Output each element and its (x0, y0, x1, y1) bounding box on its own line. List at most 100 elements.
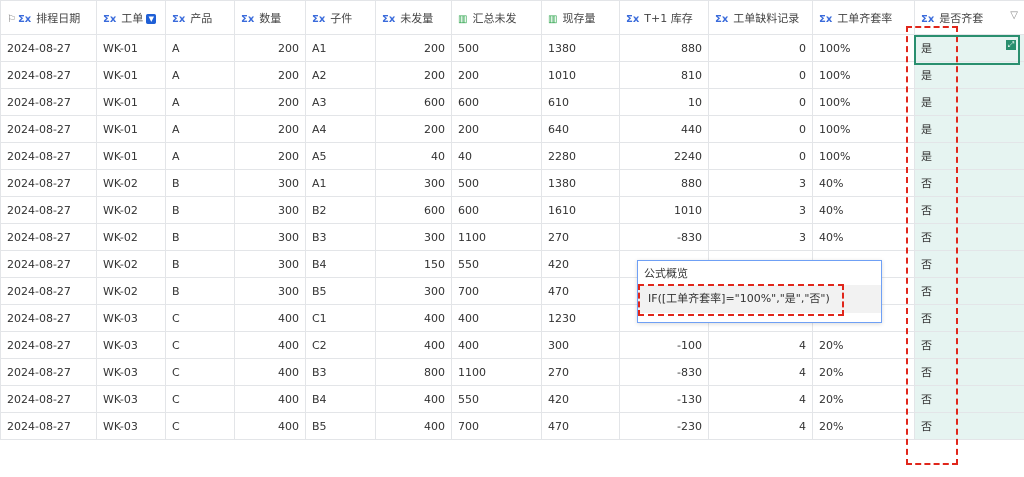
table-cell[interactable]: 是 (914, 115, 1024, 143)
table-cell[interactable]: 300 (375, 277, 452, 305)
table-cell[interactable]: 0 (708, 142, 813, 170)
table-cell[interactable]: 300 (234, 223, 306, 251)
table-cell[interactable]: 2024-08-27 (0, 196, 97, 224)
column-header-3[interactable]: Σx 数量 (234, 0, 306, 35)
table-cell[interactable]: WK-02 (96, 169, 166, 197)
table-cell[interactable]: 0 (708, 88, 813, 116)
table-cell[interactable]: 1100 (451, 358, 542, 386)
column-header-10[interactable]: Σx 工单齐套率 (812, 0, 915, 35)
table-cell[interactable]: 3 (708, 169, 813, 197)
table-cell[interactable]: 2280 (541, 142, 620, 170)
table-cell[interactable]: WK-01 (96, 142, 166, 170)
table-cell[interactable]: 470 (541, 412, 620, 440)
table-cell[interactable]: 400 (234, 385, 306, 413)
table-cell[interactable]: B3 (305, 358, 376, 386)
table-cell[interactable]: B (165, 196, 235, 224)
table-cell[interactable]: 440 (619, 115, 709, 143)
table-cell[interactable]: WK-03 (96, 304, 166, 332)
table-cell[interactable]: 400 (375, 304, 452, 332)
table-cell[interactable]: 270 (541, 223, 620, 251)
table-cell[interactable]: C2 (305, 331, 376, 359)
table-cell[interactable]: 否 (914, 277, 1024, 305)
table-cell[interactable]: A1 (305, 34, 376, 62)
table-cell[interactable]: 1380 (541, 34, 620, 62)
table-cell[interactable]: 300 (541, 331, 620, 359)
table-cell[interactable]: WK-01 (96, 115, 166, 143)
table-cell[interactable]: 否 (914, 223, 1024, 251)
column-header-2[interactable]: Σx 产品 (165, 0, 235, 35)
table-cell[interactable]: WK-02 (96, 277, 166, 305)
table-cell[interactable]: 40% (812, 223, 915, 251)
table-cell[interactable]: 0 (708, 61, 813, 89)
table-cell[interactable]: 420 (541, 385, 620, 413)
table-cell[interactable]: 400 (234, 358, 306, 386)
table-cell[interactable]: 0 (708, 34, 813, 62)
table-cell[interactable]: 40 (451, 142, 542, 170)
table-cell[interactable]: 100% (812, 142, 915, 170)
table-cell[interactable]: 4 (708, 385, 813, 413)
table-cell[interactable]: -230 (619, 412, 709, 440)
table-cell[interactable]: C (165, 331, 235, 359)
table-cell[interactable]: A (165, 88, 235, 116)
table-cell[interactable]: 200 (375, 34, 452, 62)
table-cell[interactable]: 550 (451, 385, 542, 413)
table-cell[interactable]: A (165, 61, 235, 89)
table-cell[interactable]: WK-02 (96, 223, 166, 251)
table-cell[interactable]: 20% (812, 385, 915, 413)
table-cell[interactable]: B5 (305, 277, 376, 305)
table-cell[interactable]: 400 (234, 412, 306, 440)
table-cell[interactable]: 200 (451, 61, 542, 89)
table-cell[interactable]: A2 (305, 61, 376, 89)
table-cell[interactable]: 270 (541, 358, 620, 386)
filter-active-icon[interactable]: ▼ (146, 13, 157, 24)
table-cell[interactable]: 1230 (541, 304, 620, 332)
table-cell[interactable]: 300 (375, 223, 452, 251)
table-cell[interactable]: 1010 (541, 61, 620, 89)
table-cell[interactable]: WK-03 (96, 331, 166, 359)
table-cell[interactable]: 2024-08-27 (0, 61, 97, 89)
table-cell[interactable]: 200 (375, 115, 452, 143)
table-cell[interactable]: 300 (234, 196, 306, 224)
table-cell[interactable]: 2024-08-27 (0, 358, 97, 386)
table-cell[interactable]: 600 (375, 88, 452, 116)
table-cell[interactable]: 200 (234, 61, 306, 89)
table-cell[interactable]: 100% (812, 115, 915, 143)
table-cell[interactable]: 20% (812, 331, 915, 359)
table-cell[interactable]: 40% (812, 196, 915, 224)
table-cell[interactable]: 否 (914, 250, 1024, 278)
table-cell[interactable]: B (165, 169, 235, 197)
table-cell[interactable]: WK-01 (96, 61, 166, 89)
table-cell[interactable]: 2024-08-27 (0, 34, 97, 62)
table-cell[interactable]: B3 (305, 223, 376, 251)
table-cell[interactable]: 40% (812, 169, 915, 197)
expand-icon[interactable]: ⤢ (1006, 40, 1016, 50)
table-cell[interactable]: 2024-08-27 (0, 250, 97, 278)
column-header-1[interactable]: Σx 工单 ▼ (96, 0, 166, 35)
table-cell[interactable]: WK-03 (96, 412, 166, 440)
table-cell[interactable]: 1380 (541, 169, 620, 197)
table-cell[interactable]: B4 (305, 250, 376, 278)
table-cell[interactable]: 500 (451, 169, 542, 197)
table-cell[interactable]: 200 (234, 115, 306, 143)
table-cell[interactable]: 1100 (451, 223, 542, 251)
table-cell[interactable]: 200 (234, 88, 306, 116)
table-cell[interactable]: A5 (305, 142, 376, 170)
table-cell[interactable]: 550 (451, 250, 542, 278)
table-cell[interactable]: 600 (375, 196, 452, 224)
table-cell[interactable]: 400 (451, 304, 542, 332)
table-cell[interactable]: 2024-08-27 (0, 277, 97, 305)
table-cell[interactable]: 880 (619, 169, 709, 197)
table-cell[interactable]: 640 (541, 115, 620, 143)
table-cell[interactable]: 400 (375, 331, 452, 359)
table-cell[interactable]: A (165, 34, 235, 62)
column-header-8[interactable]: Σx T+1 库存 (619, 0, 709, 35)
table-cell[interactable]: 880 (619, 34, 709, 62)
table-cell[interactable]: A (165, 115, 235, 143)
table-cell[interactable]: 400 (375, 412, 452, 440)
table-cell[interactable]: A4 (305, 115, 376, 143)
table-cell[interactable]: 20% (812, 412, 915, 440)
table-cell[interactable]: WK-03 (96, 358, 166, 386)
table-cell[interactable]: B (165, 223, 235, 251)
table-cell[interactable]: 20% (812, 358, 915, 386)
table-cell[interactable]: 是 (914, 142, 1024, 170)
